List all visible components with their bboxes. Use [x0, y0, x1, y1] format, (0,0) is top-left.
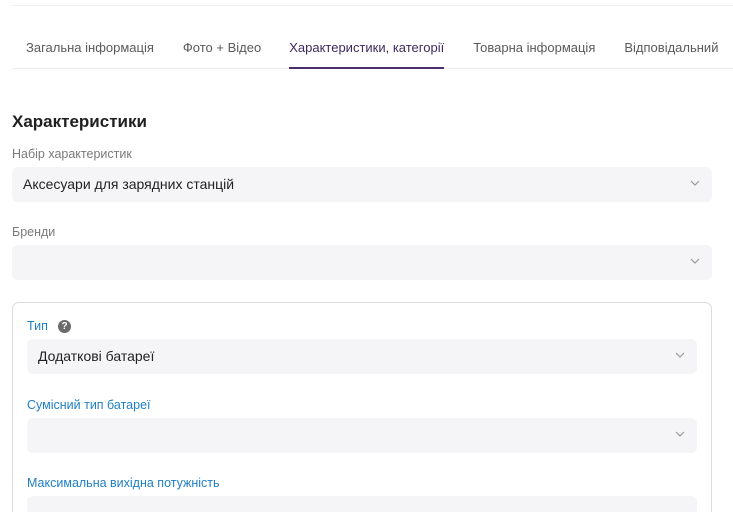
tab-photo-video[interactable]: Фото + Відео	[183, 30, 261, 68]
brands-select[interactable]	[12, 245, 712, 280]
type-label: Тип	[27, 319, 48, 333]
chevron-down-icon	[690, 180, 700, 186]
tab-characteristics-categories[interactable]: Характеристики, категорії	[289, 30, 444, 69]
question-circle-icon[interactable]: ?	[58, 320, 71, 333]
chevron-down-icon	[675, 352, 685, 358]
compat-battery-select[interactable]	[27, 418, 697, 453]
chevron-down-icon	[675, 431, 685, 437]
tab-product-info[interactable]: Товарна інформація	[473, 30, 595, 68]
compat-battery-label: Сумісний тип батареї	[27, 398, 151, 412]
brands-label: Бренди	[12, 225, 56, 239]
char-set-select[interactable]: Аксесуари для зарядних станцій	[12, 167, 712, 202]
max-power-label: Максимальна вихідна потужність	[27, 476, 220, 490]
max-power-select[interactable]	[27, 496, 697, 512]
tab-general-info[interactable]: Загальна інформація	[26, 30, 154, 68]
chevron-down-icon	[690, 258, 700, 264]
top-divider	[12, 5, 733, 6]
type-select[interactable]: Додаткові батареї	[27, 339, 697, 374]
tab-responsible[interactable]: Відповідальний	[624, 30, 718, 68]
type-value: Додаткові батареї	[38, 348, 155, 364]
char-set-label: Набір характеристик	[12, 147, 132, 161]
char-set-value: Аксесуари для зарядних станцій	[23, 176, 235, 192]
section-title: Характеристики	[12, 112, 147, 131]
tab-bar: Загальна інформація Фото + Відео Характе…	[12, 30, 733, 69]
